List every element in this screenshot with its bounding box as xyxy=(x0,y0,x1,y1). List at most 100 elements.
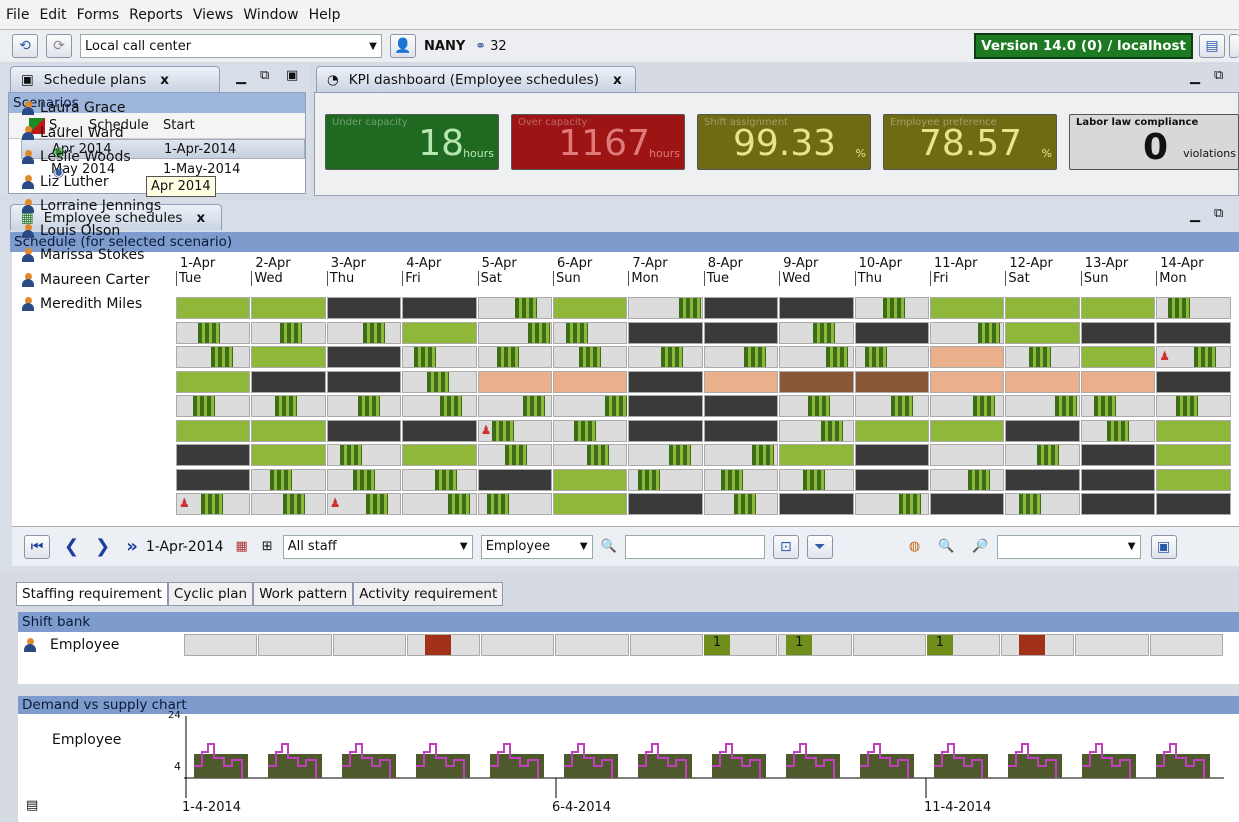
shift-cell[interactable] xyxy=(930,321,1005,344)
user-icon[interactable]: 👤 xyxy=(390,34,416,58)
shift-cell[interactable] xyxy=(326,370,402,393)
menu-item-edit[interactable]: Edit xyxy=(39,7,66,23)
shift-cell[interactable] xyxy=(251,370,326,393)
shift-cell[interactable] xyxy=(402,370,477,393)
shift-cell[interactable] xyxy=(1005,395,1080,417)
shift-cell[interactable] xyxy=(779,493,854,515)
zoom-out-icon[interactable]: 🔍 xyxy=(938,539,954,554)
shift-cell[interactable] xyxy=(779,297,854,319)
shift-cell[interactable] xyxy=(402,444,477,466)
tab-activity-requirement[interactable]: Activity requirement xyxy=(353,582,504,606)
shift-cell[interactable] xyxy=(553,297,628,319)
shift-cell[interactable] xyxy=(703,468,779,491)
shift-cell[interactable] xyxy=(628,493,703,515)
tab-work-pattern[interactable]: Work pattern xyxy=(253,582,354,606)
shift-cell[interactable] xyxy=(703,321,779,344)
refresh-icon[interactable]: ⟲ xyxy=(12,34,38,58)
shift-cell[interactable]: ♟ xyxy=(176,493,251,515)
staff-filter[interactable]: All staff ▼ xyxy=(282,534,473,559)
shift-cell[interactable] xyxy=(176,346,251,368)
shift-cell[interactable] xyxy=(854,346,929,368)
shift-cell[interactable] xyxy=(553,395,628,417)
shift-cell[interactable] xyxy=(553,468,628,491)
shift-cell[interactable] xyxy=(326,321,402,344)
shift-bank-cell[interactable] xyxy=(555,634,629,656)
shift-cell[interactable] xyxy=(930,493,1005,515)
shift-cell[interactable] xyxy=(1005,321,1080,344)
close-icon[interactable]: x xyxy=(613,72,622,88)
shift-cell[interactable] xyxy=(402,419,477,442)
shift-cell[interactable] xyxy=(477,370,552,393)
employee-row[interactable]: Laura Grace xyxy=(12,96,172,120)
prev-icon[interactable]: ❮ xyxy=(64,536,79,557)
shift-cell[interactable] xyxy=(553,419,628,442)
shift-cell[interactable] xyxy=(477,444,552,466)
type-filter[interactable]: Employee ▼ xyxy=(480,534,593,559)
shift-cell[interactable] xyxy=(779,370,854,393)
shift-bank-cell[interactable] xyxy=(258,634,332,656)
shift-cell[interactable] xyxy=(1005,419,1080,442)
minimize-icon[interactable]: ▁ xyxy=(1190,70,1200,85)
shift-cell[interactable] xyxy=(1080,419,1156,442)
shift-cell[interactable] xyxy=(1080,444,1156,466)
employee-row[interactable]: Liz Luther xyxy=(12,170,172,194)
shift-cell[interactable] xyxy=(553,493,628,515)
shift-cell[interactable] xyxy=(477,321,552,344)
tab-kpi-dashboard[interactable]: ◔ KPI dashboard (Employee schedules) x xyxy=(316,66,636,92)
zoom-select[interactable]: ▼ xyxy=(996,534,1141,559)
shift-cell[interactable] xyxy=(930,370,1005,393)
shift-cell[interactable] xyxy=(703,370,779,393)
menu-item-forms[interactable]: Forms xyxy=(77,7,120,23)
shift-cell[interactable] xyxy=(854,321,929,344)
shift-cell[interactable]: ♟ xyxy=(477,419,552,442)
employee-row[interactable]: Maureen Carter xyxy=(12,268,172,292)
search-input[interactable] xyxy=(624,534,765,559)
employee-row[interactable]: Laurel Ward xyxy=(12,121,172,145)
shift-cell[interactable] xyxy=(854,493,929,515)
shift-cell[interactable] xyxy=(326,419,402,442)
shift-cell[interactable] xyxy=(402,395,477,417)
shift-bank-cell[interactable] xyxy=(184,634,258,656)
shift-cell[interactable] xyxy=(326,444,402,466)
location-select[interactable]: Local call center ▼ xyxy=(80,34,382,58)
minimize-icon[interactable]: ▁ xyxy=(236,70,246,85)
shift-cell[interactable] xyxy=(1005,297,1080,319)
menu-item-views[interactable]: Views xyxy=(193,7,234,23)
maximize-icon[interactable]: ▣ xyxy=(286,68,298,83)
shift-cell[interactable] xyxy=(251,321,326,344)
shift-bank-cell[interactable] xyxy=(1075,634,1149,656)
popout-icon[interactable]: ⧉ xyxy=(1214,68,1223,83)
shift-cell[interactable] xyxy=(703,493,779,515)
shift-cell[interactable] xyxy=(930,346,1005,368)
tab-schedule-plans[interactable]: ▣ Schedule plans x xyxy=(10,66,220,92)
layout-icon[interactable]: ▣ xyxy=(1150,534,1177,559)
shift-cell[interactable] xyxy=(402,346,477,368)
shift-bank-cell[interactable] xyxy=(629,634,703,656)
shift-cell[interactable] xyxy=(1156,297,1231,319)
shift-cell[interactable] xyxy=(326,346,402,368)
shift-cell[interactable] xyxy=(477,297,552,319)
menu-item-file[interactable]: File xyxy=(6,7,29,23)
shift-cell[interactable] xyxy=(628,346,703,368)
shift-cell[interactable] xyxy=(930,468,1005,491)
shift-cell[interactable] xyxy=(1080,493,1156,515)
shift-cell[interactable] xyxy=(1156,468,1231,491)
shift-cell[interactable] xyxy=(176,468,251,491)
shift-cell[interactable] xyxy=(477,346,552,368)
shift-cell[interactable] xyxy=(1156,419,1231,442)
shift-cell[interactable] xyxy=(402,493,477,515)
shift-cell[interactable] xyxy=(930,419,1005,442)
shift-cell[interactable] xyxy=(930,444,1005,466)
shift-cell[interactable] xyxy=(553,321,628,344)
last-icon[interactable]: » xyxy=(126,536,138,557)
shift-cell[interactable] xyxy=(1005,370,1080,393)
shift-cell[interactable] xyxy=(628,370,703,393)
menu-item-window[interactable]: Window xyxy=(243,7,298,23)
shift-cell[interactable] xyxy=(251,444,326,466)
shift-cell[interactable] xyxy=(1156,395,1231,417)
pick-date-icon[interactable]: ⊞ xyxy=(262,539,273,554)
shift-cell[interactable] xyxy=(779,321,854,344)
shift-cell[interactable] xyxy=(854,444,929,466)
shift-cell[interactable] xyxy=(1156,321,1231,344)
shift-cell[interactable] xyxy=(1080,297,1156,319)
